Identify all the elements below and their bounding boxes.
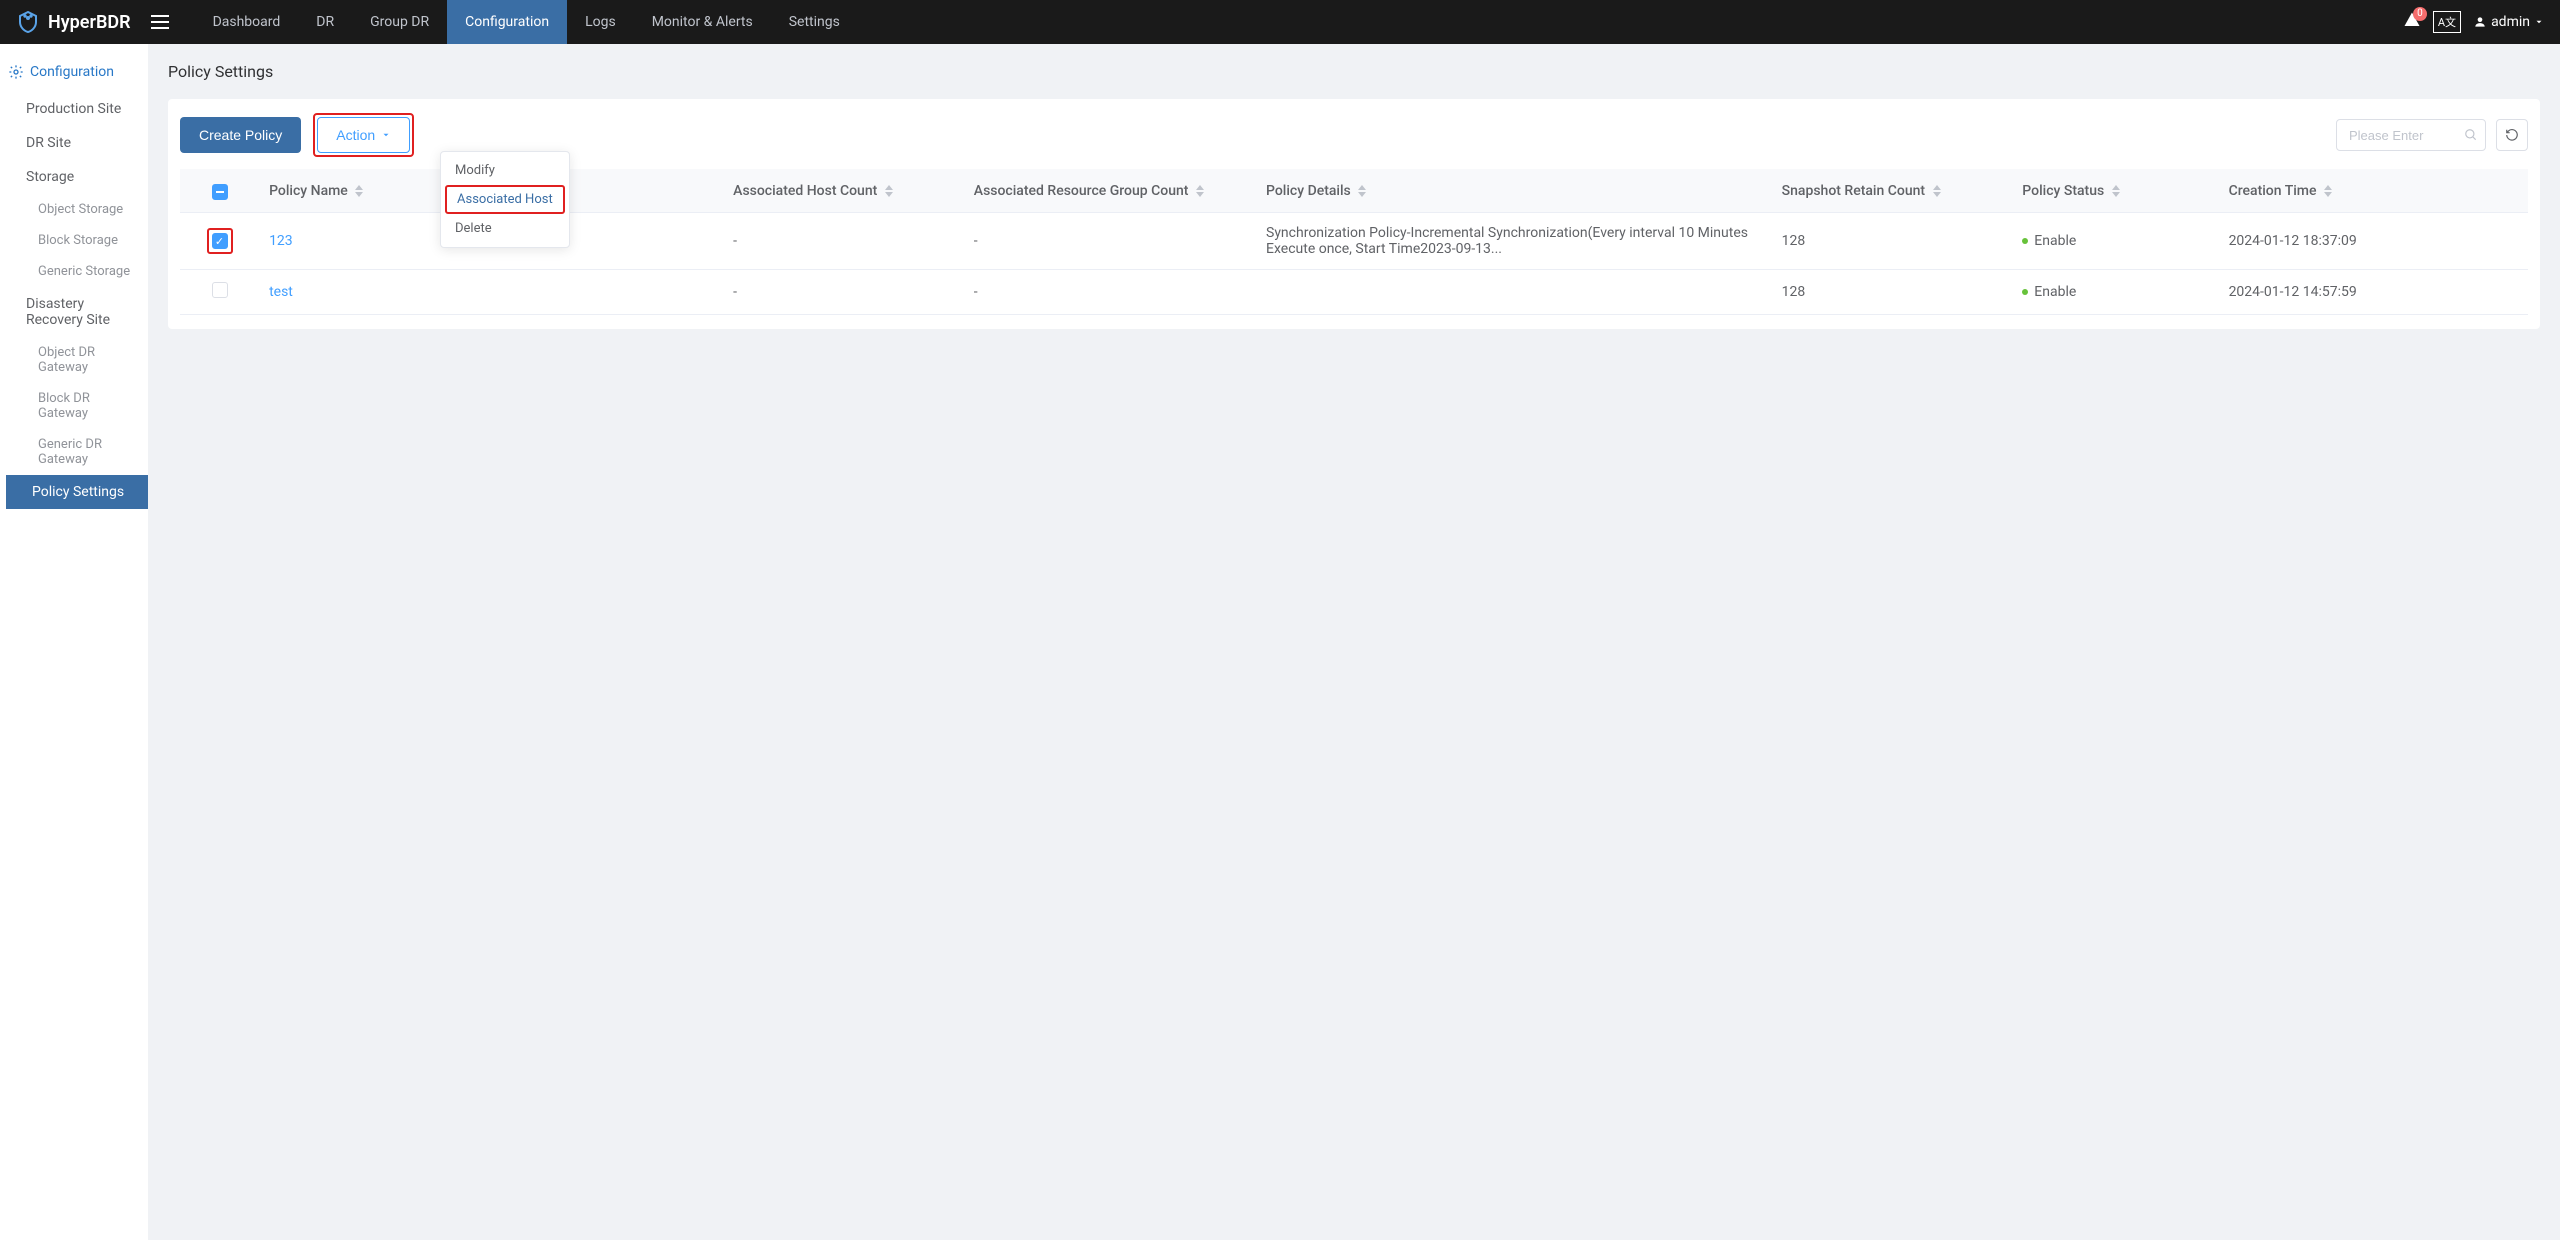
row-checkbox-cell	[180, 270, 259, 315]
dropdown-item-modify[interactable]: Modify	[441, 156, 569, 185]
header-resource-group-count[interactable]: Associated Resource Group Count	[964, 169, 1256, 213]
header-snapshot-count[interactable]: Snapshot Retain Count	[1772, 169, 2013, 213]
row-checkbox[interactable]	[212, 282, 228, 298]
brand-logo[interactable]: HyperBDR	[16, 10, 131, 34]
nav-dr[interactable]: DR	[298, 0, 352, 44]
table-row: test - - 128 Enable 2024-01-12 14:57:59	[180, 270, 2528, 315]
cell-snapshot-count: 128	[1772, 270, 2013, 315]
alert-badge: 0	[2413, 7, 2427, 21]
user-name: admin	[2491, 14, 2530, 30]
nav-monitor-alerts[interactable]: Monitor & Alerts	[634, 0, 771, 44]
sidebar-item-generic-dr-gateway[interactable]: Generic DR Gateway	[0, 429, 148, 475]
sidebar-section-header: Configuration	[0, 52, 148, 92]
header-host-count[interactable]: Associated Host Count	[723, 169, 964, 213]
sidebar-item-disaster-recovery-site[interactable]: Disastery Recovery Site	[0, 287, 148, 337]
cell-host-count: -	[723, 213, 964, 270]
sidebar-item-generic-storage[interactable]: Generic Storage	[0, 256, 148, 287]
chevron-down-icon	[381, 130, 391, 140]
sidebar-item-object-storage[interactable]: Object Storage	[0, 194, 148, 225]
brand-text: HyperBDR	[48, 12, 131, 33]
cell-snapshot-count: 128	[1772, 213, 2013, 270]
sort-icon	[1933, 185, 1941, 197]
create-policy-button[interactable]: Create Policy	[180, 117, 301, 153]
nav-group-dr[interactable]: Group DR	[352, 0, 447, 44]
search-wrap	[2336, 119, 2528, 151]
sidebar-title: Configuration	[30, 64, 114, 80]
row-checkbox[interactable]: ✓	[212, 233, 228, 249]
cell-creation-time: 2024-01-12 14:57:59	[2219, 270, 2528, 315]
policy-name-link[interactable]: test	[269, 284, 293, 300]
sidebar-item-production-site[interactable]: Production Site	[0, 92, 148, 126]
nav-dashboard[interactable]: Dashboard	[195, 0, 299, 44]
action-dropdown-button[interactable]: Action	[317, 117, 410, 153]
cell-host-count: -	[723, 270, 964, 315]
cell-policy-name: test	[259, 270, 723, 315]
cell-policy-details	[1256, 270, 1772, 315]
user-menu[interactable]: admin	[2473, 14, 2544, 30]
sidebar-item-storage[interactable]: Storage	[0, 160, 148, 194]
dropdown-item-delete[interactable]: Delete	[441, 214, 569, 243]
sort-icon	[885, 185, 893, 197]
sidebar-item-block-storage[interactable]: Block Storage	[0, 225, 148, 256]
header-right: 0 A文 admin	[2403, 11, 2544, 33]
dropdown-item-associated-host[interactable]: Associated Host	[445, 185, 565, 214]
header-policy-status[interactable]: Policy Status	[2012, 169, 2218, 213]
shield-icon	[16, 10, 40, 34]
page-title: Policy Settings	[168, 62, 2540, 81]
nav-configuration[interactable]: Configuration	[447, 0, 567, 44]
cell-policy-status: Enable	[2012, 270, 2218, 315]
policy-name-link[interactable]: 123	[269, 233, 293, 249]
sort-icon	[2324, 185, 2332, 197]
status-dot-icon	[2022, 289, 2028, 295]
hamburger-menu-icon[interactable]	[151, 10, 175, 34]
row-checkbox-highlight: ✓	[207, 228, 233, 255]
cell-resource-group-count: -	[964, 213, 1256, 270]
sort-icon	[2112, 185, 2120, 197]
nav-settings[interactable]: Settings	[771, 0, 858, 44]
cell-resource-group-count: -	[964, 270, 1256, 315]
toolbar: Create Policy Action Modify Associated H…	[180, 113, 2528, 157]
refresh-button[interactable]	[2496, 119, 2528, 151]
user-icon	[2473, 15, 2487, 29]
language-switcher[interactable]: A文	[2433, 11, 2461, 33]
action-label: Action	[336, 127, 375, 143]
nav-logs[interactable]: Logs	[567, 0, 634, 44]
cell-creation-time: 2024-01-12 18:37:09	[2219, 213, 2528, 270]
sidebar: Configuration Production Site DR Site St…	[0, 44, 148, 1240]
sort-icon	[1358, 185, 1366, 197]
sort-icon	[355, 185, 363, 197]
nav-items: Dashboard DR Group DR Configuration Logs…	[195, 0, 858, 44]
content-area: Policy Settings Create Policy Action Mod…	[148, 44, 2560, 1240]
sidebar-item-block-dr-gateway[interactable]: Block DR Gateway	[0, 383, 148, 429]
action-button-highlight: Action	[313, 113, 414, 157]
cell-policy-details: Synchronization Policy-Incremental Synch…	[1256, 213, 1772, 270]
gear-icon	[8, 64, 24, 80]
search-input-wrapper	[2336, 119, 2486, 151]
sidebar-item-dr-site[interactable]: DR Site	[0, 126, 148, 160]
top-navigation: HyperBDR Dashboard DR Group DR Configura…	[0, 0, 2560, 44]
status-dot-icon	[2022, 238, 2028, 244]
row-checkbox-cell: ✓	[180, 213, 259, 270]
header-checkbox-cell	[180, 169, 259, 213]
sidebar-item-policy-settings[interactable]: Policy Settings	[6, 475, 148, 509]
header-policy-details[interactable]: Policy Details	[1256, 169, 1772, 213]
sort-icon	[1196, 185, 1204, 197]
sidebar-item-object-dr-gateway[interactable]: Object DR Gateway	[0, 337, 148, 383]
refresh-icon	[2505, 128, 2519, 142]
alert-icon[interactable]: 0	[2403, 11, 2421, 33]
cell-policy-status: Enable	[2012, 213, 2218, 270]
header-creation-time[interactable]: Creation Time	[2219, 169, 2528, 213]
search-icon	[2464, 128, 2478, 142]
chevron-down-icon	[2534, 17, 2544, 27]
action-dropdown-menu: Modify Associated Host Delete	[440, 151, 570, 248]
main-card: Create Policy Action Modify Associated H…	[168, 99, 2540, 329]
select-all-checkbox[interactable]	[212, 184, 228, 200]
